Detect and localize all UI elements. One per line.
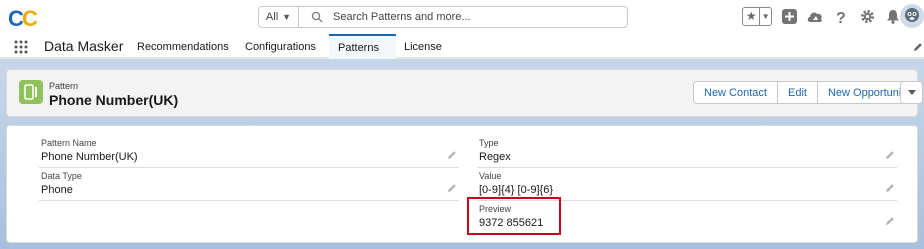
bell-icon bbox=[887, 10, 899, 24]
app-name: Data Masker bbox=[44, 38, 124, 54]
field-label: Data Type bbox=[41, 171, 82, 181]
pattern-object-icon bbox=[24, 84, 37, 100]
record-object-label: Pattern bbox=[49, 81, 79, 91]
search-input[interactable]: Search Patterns and more... bbox=[333, 11, 471, 23]
user-avatar[interactable] bbox=[900, 4, 924, 28]
nav-tab-recommendations[interactable]: Recommendations bbox=[127, 34, 236, 59]
help-icon: ? bbox=[836, 10, 846, 25]
search-scope-label: All bbox=[265, 11, 279, 23]
nav-tab-patterns[interactable]: Patterns bbox=[329, 34, 396, 59]
waffle-icon[interactable] bbox=[14, 40, 28, 54]
global-header: C C All ▼ Search Patterns and more... ★ … bbox=[0, 0, 924, 34]
field-type: Type Regex bbox=[477, 136, 897, 168]
caret-down-icon: ▼ bbox=[282, 12, 292, 22]
search-icon bbox=[311, 11, 323, 23]
pencil-icon[interactable] bbox=[885, 183, 895, 193]
nav-tab-label: Recommendations bbox=[137, 40, 229, 53]
more-actions-button[interactable] bbox=[900, 81, 923, 104]
edit-button[interactable]: Edit bbox=[778, 82, 818, 103]
favorites-dropdown-icon[interactable]: ▼ bbox=[760, 8, 771, 25]
nav-tab-license[interactable]: License bbox=[396, 34, 444, 59]
preview-highlight-box bbox=[467, 197, 561, 235]
field-label: Value bbox=[479, 171, 502, 181]
utility-icons: ★ ▼ ? bbox=[742, 7, 902, 26]
setup-button[interactable] bbox=[858, 8, 876, 26]
app-navigation-bar: Data Masker Recommendations Configuratio… bbox=[0, 34, 924, 59]
favorites-star-icon[interactable]: ★ bbox=[743, 8, 761, 25]
field-pattern-name: Pattern Name Phone Number(UK) bbox=[39, 136, 459, 168]
field-label: Pattern Name bbox=[41, 138, 97, 148]
field-value: Regex bbox=[479, 151, 511, 163]
trailhead-icon bbox=[807, 12, 822, 22]
nav-tab-configurations[interactable]: Configurations bbox=[236, 34, 329, 59]
trailhead-button[interactable] bbox=[806, 8, 824, 26]
record-title: Phone Number(UK) bbox=[49, 92, 179, 108]
svg-text:C: C bbox=[22, 6, 38, 30]
field-value: Phone Number(UK) bbox=[41, 151, 138, 163]
svg-text:?: ? bbox=[836, 10, 846, 25]
new-contact-button[interactable]: New Contact bbox=[694, 82, 778, 103]
nav-tab-label: Patterns bbox=[338, 41, 379, 54]
field-label: Type bbox=[479, 138, 499, 148]
pencil-icon[interactable] bbox=[447, 150, 457, 160]
add-button[interactable] bbox=[780, 8, 798, 26]
pencil-icon[interactable] bbox=[885, 150, 895, 160]
logo[interactable]: C C bbox=[8, 6, 40, 30]
field-value: Phone bbox=[41, 184, 73, 196]
record-type-icon bbox=[19, 80, 43, 104]
pencil-icon[interactable] bbox=[885, 216, 895, 226]
nav-tab-label: License bbox=[404, 40, 442, 53]
pencil-icon[interactable] bbox=[913, 42, 923, 52]
record-detail-card: Pattern Name Phone Number(UK) Data Type … bbox=[6, 125, 918, 243]
nav-tab-label: Configurations bbox=[245, 40, 316, 53]
pencil-icon[interactable] bbox=[447, 183, 457, 193]
field-data-type: Data Type Phone bbox=[39, 169, 459, 201]
caret-down-icon bbox=[907, 89, 916, 95]
field-value: [0-9]{4} [0-9]{6} bbox=[479, 184, 554, 196]
record-highlights-panel: Pattern Phone Number(UK) New Contact Edi… bbox=[6, 69, 923, 117]
gear-icon bbox=[860, 10, 874, 23]
add-icon bbox=[781, 9, 797, 24]
avatar-icon bbox=[900, 4, 924, 28]
favorites-button-group[interactable]: ★ ▼ bbox=[742, 7, 772, 26]
record-actions: New Contact Edit New Opportunity bbox=[693, 81, 921, 104]
search-scope-dropdown[interactable]: All ▼ bbox=[259, 7, 299, 27]
global-search[interactable]: All ▼ Search Patterns and more... bbox=[258, 6, 628, 28]
help-button[interactable]: ? bbox=[832, 8, 850, 26]
